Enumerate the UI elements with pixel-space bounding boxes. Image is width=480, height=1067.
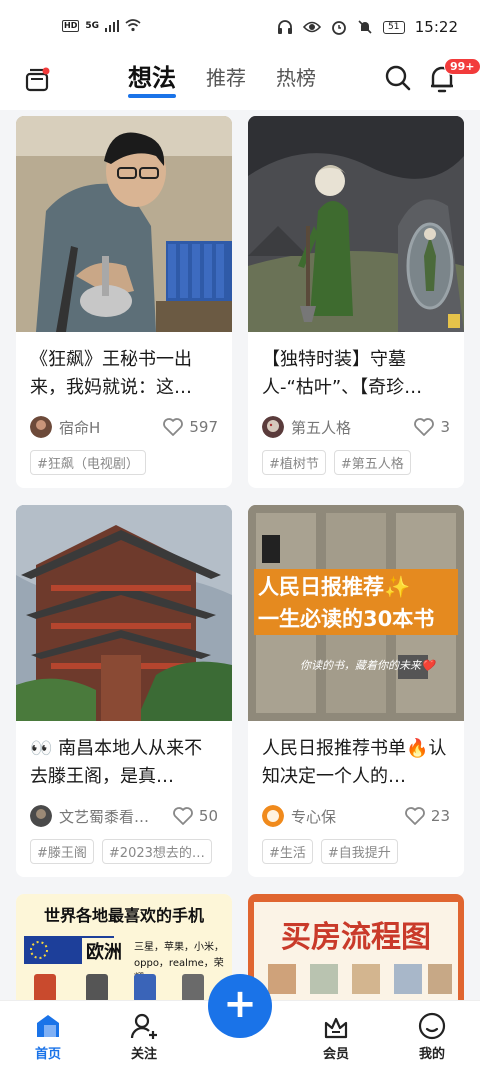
card-title[interactable]: 【独特时装】守墓人-“枯叶”、【奇珍…	[262, 346, 450, 402]
like-count: 23	[430, 807, 450, 825]
menu-icon[interactable]	[24, 66, 50, 92]
avatar[interactable]	[30, 805, 52, 827]
avatar[interactable]	[262, 416, 284, 438]
bottom-nav: 首页 关注 + 会员 我的	[0, 974, 480, 1067]
top-nav: 想法 推荐 热榜 99+	[0, 58, 480, 110]
nav-follow[interactable]: 关注	[114, 1011, 174, 1062]
brand-list-line1: 三星，苹果，小米，	[134, 942, 224, 953]
feed-card[interactable]: 人民日报推荐✨ 一生必读的30本书 你读的书，藏着你的未来❤️ 人民日报推荐书单…	[248, 505, 464, 877]
like-count: 597	[189, 418, 218, 436]
author-name[interactable]: 宿命H	[59, 417, 162, 438]
clock: 15:22	[414, 18, 458, 36]
card-title[interactable]: 《狂飙》王秘书一出来，我妈就说：这…	[30, 346, 218, 402]
eye-icon	[302, 21, 321, 33]
create-post-button[interactable]: +	[208, 974, 272, 1038]
topic-tag[interactable]: #生活	[262, 839, 313, 864]
battery-icon: 51	[382, 20, 405, 34]
like-button[interactable]: 23	[404, 806, 450, 826]
nav-me[interactable]: 我的	[402, 1011, 462, 1062]
book-list-subtitle: 你读的书，藏着你的未来❤️	[300, 659, 435, 672]
tab-recommend[interactable]: 推荐	[206, 62, 246, 94]
card-image: 买房流程图	[248, 894, 464, 1000]
profile-icon	[418, 1012, 446, 1040]
headphones-icon	[277, 20, 292, 34]
card-image: 人民日报推荐✨ 一生必读的30本书 你读的书，藏着你的未来❤️	[248, 505, 464, 721]
book-list-title-line1: 人民日报推荐✨	[254, 569, 458, 603]
notification-badge: 99+	[444, 58, 480, 75]
network-indicator: 5G	[85, 20, 99, 31]
book-list-title-line2: 一生必读的30本书	[254, 601, 458, 635]
hd-indicator: HD	[62, 19, 80, 32]
heart-icon	[163, 418, 184, 436]
feed-card[interactable]: 《狂飙》王秘书一出来，我妈就说：这… 宿命H 597 #狂飙（电视剧）	[16, 116, 232, 488]
region-label: 欧洲	[82, 938, 126, 964]
home-icon	[37, 1015, 59, 1037]
like-button[interactable]: 597	[162, 417, 218, 437]
like-button[interactable]: 3	[413, 417, 450, 437]
topic-tag[interactable]: #第五人格	[333, 450, 411, 475]
like-button[interactable]: 50	[172, 806, 218, 826]
like-count: 3	[440, 418, 450, 436]
heart-icon	[414, 418, 435, 436]
feed-card[interactable]: 买房流程图	[248, 894, 464, 1000]
author-name[interactable]: 第五人格	[291, 417, 413, 438]
avatar[interactable]	[262, 805, 284, 827]
crown-icon	[324, 1017, 348, 1039]
feed-tabs: 想法 推荐 热榜	[128, 62, 316, 98]
topic-tag[interactable]: #植树节	[262, 450, 326, 475]
tab-hot[interactable]: 热榜	[276, 62, 316, 94]
search-icon[interactable]	[384, 64, 412, 92]
mute-icon	[358, 20, 372, 34]
card-title[interactable]: 人民日报推荐书单🔥认知决定一个人的…	[262, 735, 450, 791]
feed-card[interactable]: 世界各地最喜欢的手机 欧洲 三星，苹果，小米， oppo，realme，荣耀	[16, 894, 232, 1000]
nav-home[interactable]: 首页	[18, 1011, 78, 1062]
topic-tag[interactable]: #自我提升	[320, 839, 398, 864]
follow-icon	[130, 1013, 157, 1039]
status-bar: HD 5G 51 15:22	[0, 0, 480, 60]
author-name[interactable]: 文艺蜀黍看…	[59, 806, 172, 827]
tab-ideas[interactable]: 想法	[128, 62, 176, 98]
nav-vip[interactable]: 会员	[306, 1011, 366, 1062]
heart-icon	[405, 807, 425, 825]
author-name[interactable]: 专心保	[291, 806, 404, 827]
avatar[interactable]	[30, 416, 52, 438]
house-chart-title: 买房流程图	[281, 920, 431, 955]
phone-chart-title: 世界各地最喜欢的手机	[43, 906, 204, 925]
alarm-icon	[331, 21, 346, 35]
card-image	[16, 505, 232, 721]
card-title[interactable]: 👀 南昌本地人从来不去滕王阁，是真…	[30, 735, 218, 791]
signal-icon	[105, 19, 119, 32]
wifi-icon	[125, 19, 141, 32]
topic-tag[interactable]: #狂飙（电视剧）	[30, 450, 146, 475]
feed-card[interactable]: 👀 南昌本地人从来不去滕王阁，是真… 文艺蜀黍看… 50 #滕王阁 #2023想…	[16, 505, 232, 877]
like-count: 50	[198, 807, 218, 825]
card-image	[248, 116, 464, 332]
feed-card[interactable]: 【独特时装】守墓人-“枯叶”、【奇珍… 第五人格 3 #植树节 #第五人格	[248, 116, 464, 488]
heart-icon	[173, 807, 193, 825]
card-image: 世界各地最喜欢的手机 欧洲 三星，苹果，小米， oppo，realme，荣耀	[16, 894, 232, 1000]
topic-tag[interactable]: #滕王阁	[30, 839, 94, 864]
topic-tag[interactable]: #2023想去的…	[101, 839, 212, 864]
card-image	[16, 116, 232, 332]
